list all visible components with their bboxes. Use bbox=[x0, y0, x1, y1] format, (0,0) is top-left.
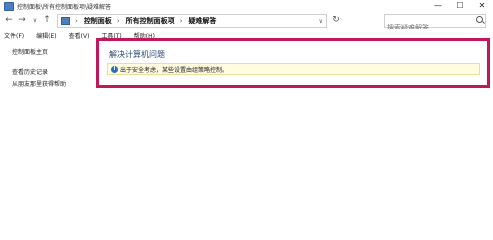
forward-button[interactable]: → bbox=[17, 15, 27, 26]
sidebar-item-home[interactable]: 控制面板主页 bbox=[12, 47, 95, 56]
troubleshooting-panel: 解决计算机问题 i 出于安全考虑，某些设置由组策略控制。 bbox=[96, 38, 490, 88]
breadcrumb-separator: › bbox=[75, 17, 78, 25]
minimize-button[interactable]: — bbox=[427, 0, 449, 12]
info-icon: i bbox=[111, 65, 118, 73]
maximize-button[interactable]: ☐ bbox=[449, 0, 471, 12]
search-icon[interactable] bbox=[476, 16, 483, 23]
search-box bbox=[384, 14, 486, 34]
breadcrumb-all-items[interactable]: 所有控制面板项 bbox=[126, 16, 175, 26]
address-bar[interactable]: › 控制面板 › 所有控制面板项 › 疑难解答 ∨ bbox=[57, 14, 327, 28]
policy-info-bar: i 出于安全考虑，某些设置由组策略控制。 bbox=[107, 63, 480, 75]
refresh-button[interactable]: ↻ bbox=[331, 15, 341, 26]
navigation-bar: ← → ∨ ↑ › 控制面板 › 所有控制面板项 › 疑难解答 ∨ ↻ bbox=[0, 12, 493, 34]
address-dropdown-icon[interactable]: ∨ bbox=[319, 18, 323, 25]
breadcrumb-control-panel[interactable]: 控制面板 bbox=[84, 16, 112, 26]
menu-view[interactable]: 查看(V) bbox=[69, 31, 90, 40]
folder-icon bbox=[4, 1, 14, 11]
breadcrumb-separator: › bbox=[116, 17, 120, 25]
up-button[interactable]: ↑ bbox=[42, 15, 52, 26]
sidebar: 控制面板主页 查看历史记录 从朋友那里获得帮助 bbox=[0, 44, 95, 88]
breadcrumb-separator: › bbox=[179, 17, 183, 25]
sidebar-item-friend-help[interactable]: 从朋友那里获得帮助 bbox=[12, 79, 95, 88]
menu-edit[interactable]: 编辑(E) bbox=[36, 31, 56, 40]
window-controls: — ☐ ✕ bbox=[427, 0, 493, 12]
sidebar-item-history[interactable]: 查看历史记录 bbox=[12, 67, 95, 76]
close-button[interactable]: ✕ bbox=[471, 0, 493, 12]
back-button[interactable]: ← bbox=[4, 15, 14, 26]
recent-locations-button[interactable]: ∨ bbox=[30, 15, 40, 26]
control-panel-icon bbox=[61, 17, 70, 25]
menu-file[interactable]: 文件(F) bbox=[4, 31, 24, 40]
breadcrumb-troubleshooting[interactable]: 疑难解答 bbox=[188, 16, 216, 26]
window-title: 控制面板\所有控制面板项\疑难解答 bbox=[17, 3, 112, 11]
policy-info-text: 出于安全考虑，某些设置由组策略控制。 bbox=[120, 66, 229, 74]
page-title: 解决计算机问题 bbox=[109, 50, 165, 59]
